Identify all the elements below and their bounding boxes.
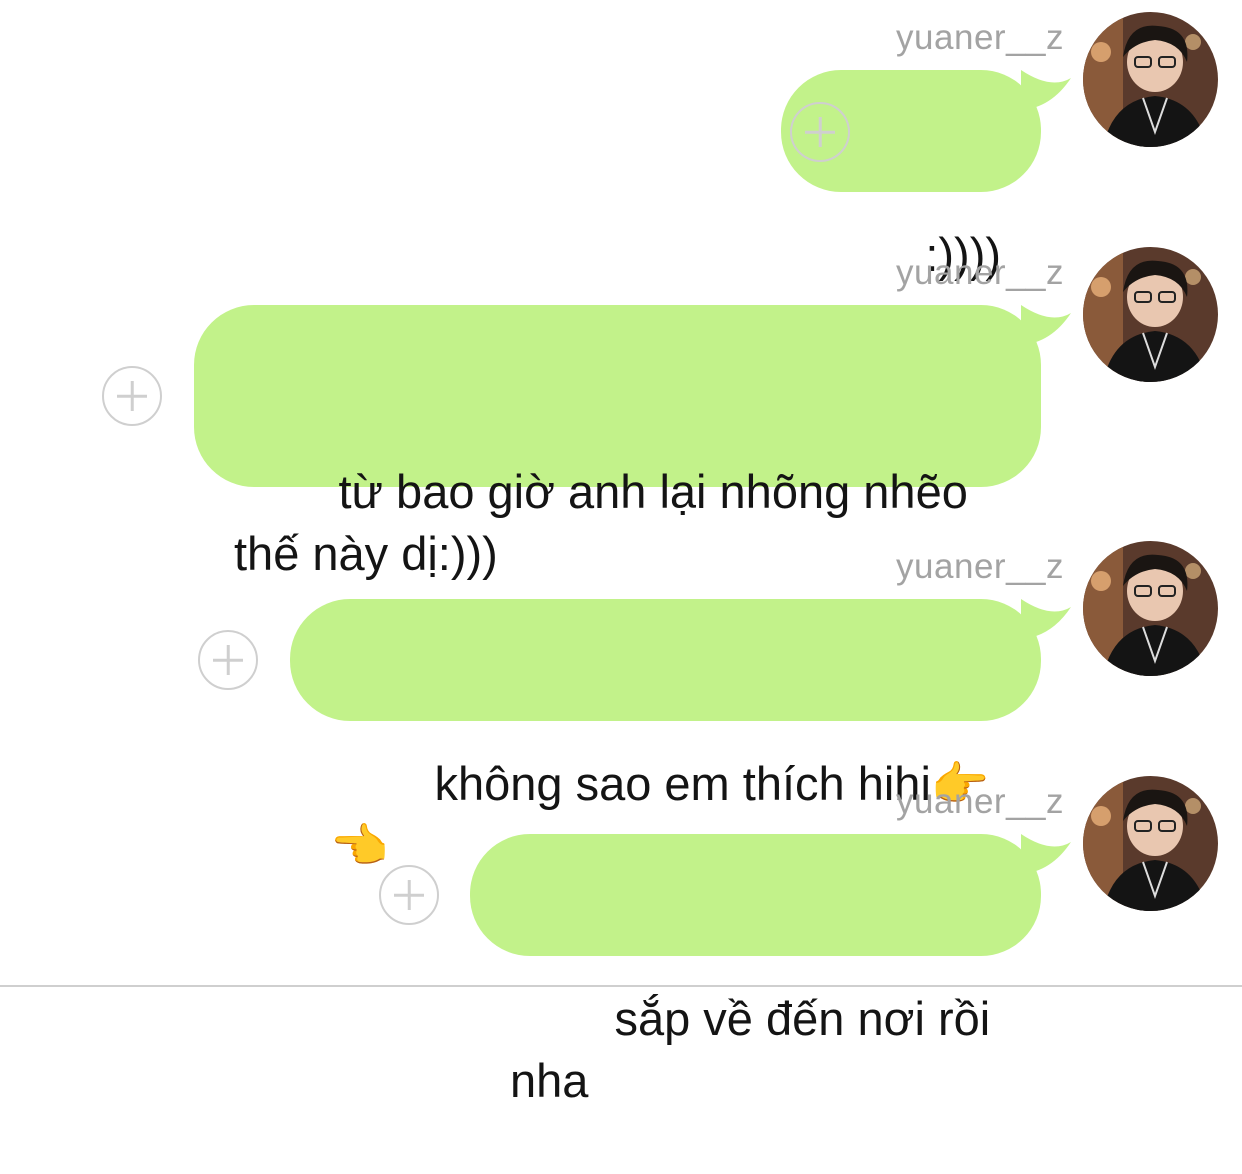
- avatar-image: [1083, 776, 1218, 911]
- sender-username: yuaner__z: [896, 782, 1064, 821]
- plus-circle-icon[interactable]: [102, 366, 162, 426]
- message-bubble[interactable]: sắp về đến nơi rồi nha: [470, 834, 1071, 1107]
- bubble-tail: [1021, 70, 1071, 110]
- plus-circle-icon[interactable]: [198, 630, 258, 690]
- message-row: yuaner__z :)))): [0, 12, 1242, 281]
- avatar-image: [1083, 541, 1218, 676]
- message-row: yuaner__z từ bao giờ anh lại nhõng nhẽo …: [0, 247, 1242, 580]
- bubble-tail: [1021, 305, 1071, 345]
- avatar[interactable]: [1083, 247, 1218, 382]
- message-bubble-wrap: sắp về đến nơi rồi nha: [470, 834, 1071, 1107]
- message-row: yuaner__z sắp về đến nơi rồi nha: [0, 776, 1242, 1107]
- sender-username: yuaner__z: [896, 253, 1064, 292]
- avatar-image: [1083, 247, 1218, 382]
- message-bubble[interactable]: từ bao giờ anh lại nhõng nhẽo thế này dị…: [194, 305, 1071, 580]
- avatar[interactable]: [1083, 776, 1218, 911]
- avatar[interactable]: [1083, 541, 1218, 676]
- divider: [0, 985, 1242, 987]
- message-row: yuaner__z không sao em thích hihi👉👈: [0, 541, 1242, 872]
- message-bubble-wrap: từ bao giờ anh lại nhõng nhẽo thế này dị…: [194, 305, 1071, 580]
- bubble-tail: [1021, 599, 1071, 639]
- plus-circle-icon[interactable]: [790, 102, 850, 162]
- message-bubble-wrap: không sao em thích hihi👉👈: [290, 599, 1071, 872]
- message-bubble[interactable]: không sao em thích hihi👉👈: [290, 599, 1071, 872]
- bubble-tail: [1021, 834, 1071, 874]
- message-text: sắp về đến nơi rồi nha: [510, 992, 1004, 1107]
- chat-thread: yuaner__z :)))) yuaner__z từ bao giờ anh…: [0, 0, 1242, 1107]
- avatar[interactable]: [1083, 12, 1218, 147]
- avatar-image: [1083, 12, 1218, 147]
- plus-circle-icon[interactable]: [379, 865, 439, 925]
- sender-username: yuaner__z: [896, 18, 1064, 57]
- sender-username: yuaner__z: [896, 547, 1064, 586]
